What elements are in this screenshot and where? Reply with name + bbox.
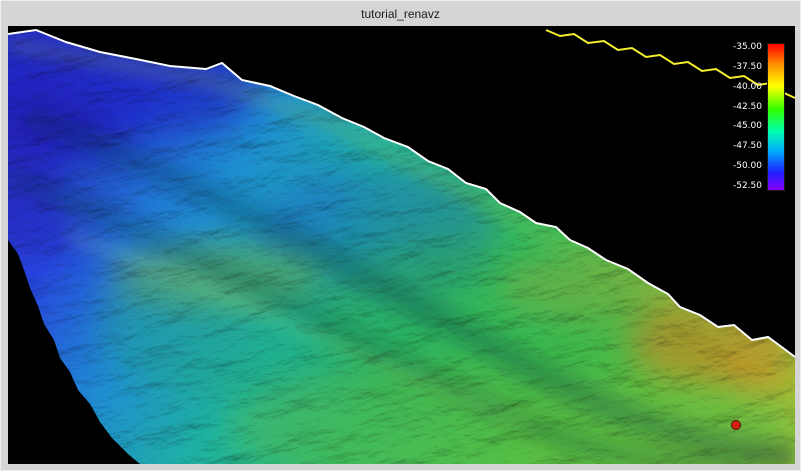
color-scale-legend: -35.00 -37.50 -40.00 -42.50 -45.00 -47.5… bbox=[733, 43, 785, 191]
window-title: tutorial_renavz bbox=[361, 7, 440, 21]
legend-tick-label: -40.00 bbox=[733, 83, 762, 92]
legend-tick-label: -42.50 bbox=[733, 103, 762, 112]
legend-tick-label: -45.00 bbox=[733, 122, 762, 131]
view3d-container[interactable]: -35.00 -37.50 -40.00 -42.50 -45.00 -47.5… bbox=[8, 26, 795, 464]
window-title-bar[interactable]: tutorial_renavz bbox=[1, 1, 800, 26]
nav-point-marker[interactable] bbox=[732, 421, 741, 430]
legend-tick-label: -50.00 bbox=[733, 162, 762, 171]
legend-tick-label: -47.50 bbox=[733, 142, 762, 151]
window-frame: tutorial_renavz bbox=[0, 0, 801, 471]
color-scale-bar bbox=[767, 43, 785, 191]
legend-tick-label: -35.00 bbox=[733, 43, 762, 52]
legend-tick-label: -52.50 bbox=[733, 182, 762, 191]
legend-tick-label: -37.50 bbox=[733, 63, 762, 72]
bathymetry-canvas[interactable] bbox=[8, 26, 795, 464]
legend-tick-labels: -35.00 -37.50 -40.00 -42.50 -45.00 -47.5… bbox=[733, 43, 762, 191]
